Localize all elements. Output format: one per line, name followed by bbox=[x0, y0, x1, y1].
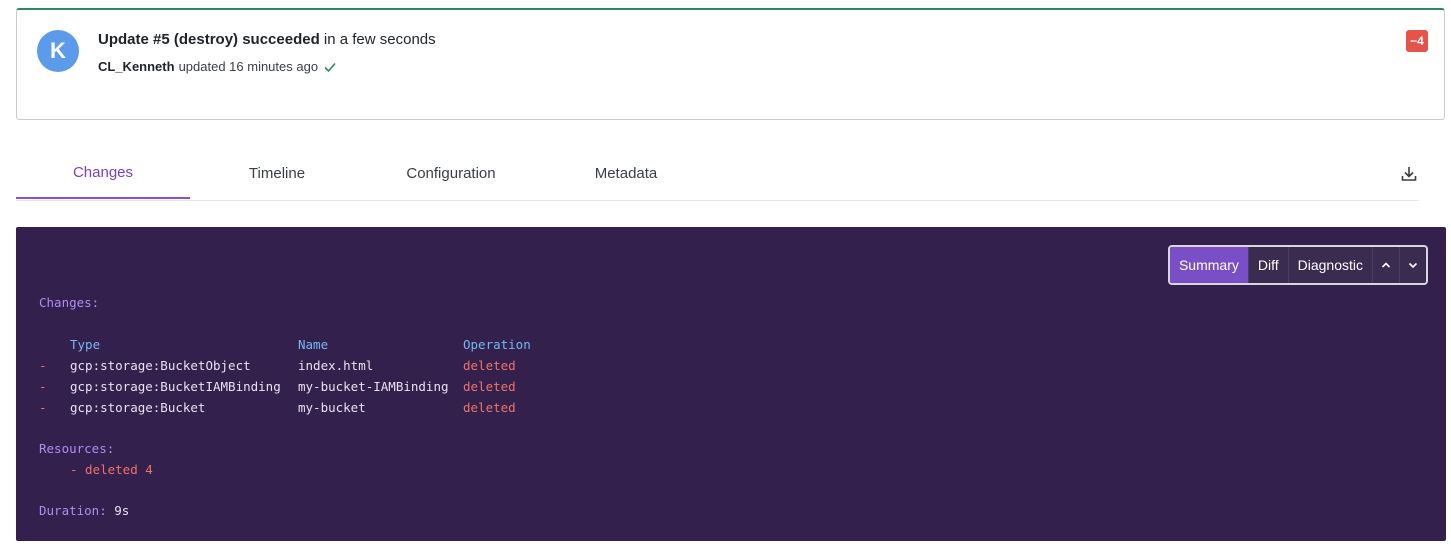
diff-button[interactable]: Diff bbox=[1249, 247, 1289, 283]
column-header-type: Type bbox=[70, 337, 101, 352]
scroll-down-button[interactable] bbox=[1400, 247, 1426, 283]
row-operation: deleted bbox=[463, 379, 516, 394]
diagnostic-button[interactable]: Diagnostic bbox=[1289, 247, 1373, 283]
row-marker: - bbox=[39, 400, 47, 415]
update-title-status: Update #5 (destroy) succeeded bbox=[98, 31, 320, 48]
resources-deleted-line: - deleted 4 bbox=[70, 462, 153, 477]
row-name: my-bucket-IAMBinding bbox=[298, 379, 449, 394]
tab-changes[interactable]: Changes bbox=[16, 148, 190, 199]
row-marker: - bbox=[39, 379, 47, 394]
duration-line: Duration: 9s bbox=[39, 503, 129, 518]
download-icon[interactable] bbox=[1399, 164, 1419, 184]
check-icon bbox=[324, 62, 336, 72]
column-header-operation: Operation bbox=[463, 337, 531, 352]
changes-header: Changes: bbox=[39, 295, 100, 310]
row-operation: deleted bbox=[463, 400, 516, 415]
tab-configuration[interactable]: Configuration bbox=[376, 148, 526, 199]
resources-header: Resources: bbox=[39, 441, 115, 456]
row-name: my-bucket bbox=[298, 400, 366, 415]
tab-timeline[interactable]: Timeline bbox=[206, 148, 348, 199]
update-title: Update #5 (destroy) succeeded in a few s… bbox=[98, 31, 436, 48]
update-output-console: Summary Diff Diagnostic Changes: Type Na… bbox=[16, 227, 1446, 541]
duration-value: 9s bbox=[114, 503, 130, 518]
tab-metadata[interactable]: Metadata bbox=[571, 148, 681, 199]
duration-label: Duration: bbox=[39, 503, 107, 518]
avatar: K bbox=[37, 30, 79, 72]
scroll-up-button[interactable] bbox=[1373, 247, 1400, 283]
delete-count-badge: −4 bbox=[1406, 30, 1428, 52]
column-header-name: Name bbox=[298, 337, 329, 352]
row-type: gcp:storage:BucketIAMBinding bbox=[70, 379, 281, 394]
updated-time-text: updated 16 minutes ago bbox=[178, 59, 319, 74]
row-operation: deleted bbox=[463, 358, 516, 373]
chevron-up-icon bbox=[1381, 262, 1391, 268]
update-subtitle: CL_Kenneth updated 16 minutes ago bbox=[98, 59, 337, 74]
summary-button[interactable]: Summary bbox=[1169, 247, 1249, 283]
row-type: gcp:storage:Bucket bbox=[70, 400, 206, 415]
row-name: index.html bbox=[298, 358, 374, 373]
update-user-link[interactable]: CL_Kenneth bbox=[98, 59, 175, 74]
update-title-time: in a few seconds bbox=[319, 31, 436, 48]
chevron-down-icon bbox=[1408, 262, 1418, 269]
row-type: gcp:storage:BucketObject bbox=[70, 358, 251, 373]
update-summary-card: K Update #5 (destroy) succeeded in a few… bbox=[16, 8, 1445, 120]
output-view-toolbar: Summary Diff Diagnostic bbox=[1167, 245, 1428, 285]
row-marker: - bbox=[39, 358, 47, 373]
update-tabs: Changes Timeline Configuration Metadata bbox=[16, 148, 1419, 201]
